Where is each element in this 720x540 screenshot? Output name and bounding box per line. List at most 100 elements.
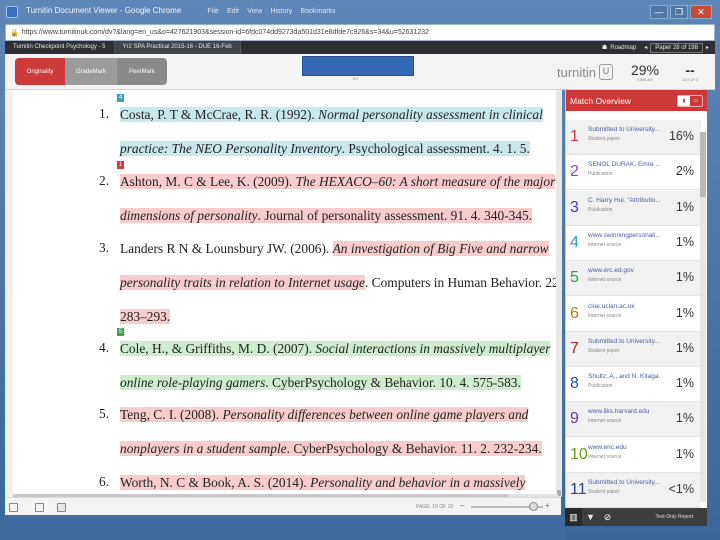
peermark-label: PeerMark <box>128 68 155 75</box>
match-number: 2 <box>570 163 579 181</box>
match-percent: 1% <box>675 305 694 320</box>
reference-text: online role-playing gamers <box>120 375 266 390</box>
page-indicator: PAGE: 10 OF 10 <box>416 504 454 510</box>
match-number: 10 <box>570 445 588 463</box>
match-marker[interactable]: 4 <box>117 94 124 102</box>
originality-mode-button[interactable]: Originality <box>15 58 65 85</box>
info-icon[interactable] <box>9 503 18 512</box>
match-marker[interactable]: 1 <box>117 161 124 169</box>
view-toggle[interactable]: ▮ ▭ <box>677 94 703 107</box>
match-marker[interactable]: 5 <box>117 328 124 336</box>
grademark-label: GradeMark <box>75 68 106 75</box>
match-number: 8 <box>570 375 579 393</box>
match-source[interactable]: www.eric.edu <box>588 444 668 451</box>
filter-icon[interactable]: ▼ <box>582 508 599 526</box>
reference-text: 283–293. <box>120 309 171 324</box>
chrome-icon <box>6 6 18 18</box>
paper-selector[interactable]: Paper 28 of 198 <box>650 42 703 53</box>
similarity-label: SIMILAR <box>637 78 653 82</box>
minimize-button[interactable]: — <box>650 5 668 19</box>
prev-paper-icon[interactable]: ◂ <box>644 44 647 51</box>
print-icon[interactable] <box>57 503 66 512</box>
match-item[interactable]: 5 www.erc.ed.gov Internet source 1% <box>566 261 701 297</box>
match-item[interactable]: 1 Submitted to University... Student paper… <box>566 120 701 155</box>
match-item[interactable]: 10 www.eric.edu Internet source 1% <box>566 438 701 473</box>
menu-file[interactable]: File <box>207 8 218 15</box>
reference-text: Landers R N & Lounsbury JW. (2006). <box>120 241 333 256</box>
match-percent: 1% <box>675 340 694 355</box>
menu-view[interactable]: View <box>247 8 262 15</box>
tab-assignment[interactable]: Yr2 SPA Practical 2015-16 - DUE 16-Feb <box>114 41 241 54</box>
match-item[interactable]: 7 Submitted to University... Student paper… <box>566 331 701 367</box>
reference-line: online role-playing gamers. CyberPsychol… <box>118 374 523 392</box>
match-source-type: Publication <box>588 171 613 178</box>
reference-text: Normal personality assessment in clinica… <box>318 107 543 122</box>
tab-class[interactable]: Turnitin Checkpoint Psychology - 5 <box>5 41 115 54</box>
match-source[interactable]: Shultz, A., and N. Kitaga. <box>588 373 668 380</box>
bars-icon[interactable]: ▥ <box>565 508 582 526</box>
match-item[interactable]: 8 Shultz, A., and N. Kitaga. Publication 1% <box>566 367 701 403</box>
detail-view-icon[interactable]: ▭ <box>690 96 702 106</box>
reference-number: 4. <box>99 340 110 355</box>
mode-switcher: Originality GradeMark PeerMark <box>15 58 167 85</box>
reference-line: nonplayers in a student sample. CyberPsy… <box>118 440 544 458</box>
match-source[interactable]: www.liks.harvard.edu <box>588 408 668 415</box>
menu-history[interactable]: History <box>271 8 293 15</box>
reference-line: Cole, H., & Griffiths, M. D. (2007). Soc… <box>118 340 552 358</box>
match-number: 5 <box>570 269 579 287</box>
list-view-icon[interactable]: ▮ <box>678 95 690 106</box>
match-number: 11 <box>570 481 587 498</box>
reference-line: Costa, P. T & McCrae, R. R. (1992). Norm… <box>118 106 545 124</box>
panel-scrollbar[interactable] <box>700 132 706 502</box>
match-source[interactable]: www.erc.ed.gov <box>588 267 668 274</box>
text-only-report-link[interactable]: Text-Only Report <box>655 514 693 520</box>
match-source-type: Student paper <box>588 347 620 354</box>
match-item[interactable]: 2 SENOL DURAK, Emre ... Publication 2% <box>566 155 701 191</box>
grade-value: -- <box>685 62 695 78</box>
next-paper-icon[interactable]: ▸ <box>706 44 709 51</box>
turnitin-mark-icon: U <box>599 64 614 80</box>
reference-text: An investigation of Big Five and narrow <box>332 241 549 256</box>
roadmap-button[interactable]: ☗ Roadmap <box>602 44 636 52</box>
exclude-icon[interactable]: ⊘ <box>599 508 616 526</box>
address-bar[interactable]: 🔒 https://www.turnitinuk.com/dv?&lang=en_… <box>5 24 715 41</box>
reference-text: . Journal of personality assessment. 91.… <box>257 208 533 223</box>
match-source[interactable]: cloe.uclan.ac.uk <box>588 303 668 310</box>
reference-number: 1. <box>99 106 110 121</box>
match-percent: 2% <box>675 164 694 179</box>
grademark-mode-button[interactable]: GradeMark <box>65 58 117 85</box>
zoom-slider[interactable] <box>471 502 543 511</box>
peermark-mode-button[interactable]: PeerMark <box>117 58 167 85</box>
match-source[interactable]: C. Harry Hui. "Attributio... <box>588 197 668 204</box>
menu-edit[interactable]: Edit <box>227 8 239 15</box>
match-item[interactable]: 9 www.liks.harvard.edu Internet source 1% <box>566 402 701 438</box>
match-source[interactable]: Submitted to University... <box>588 479 668 486</box>
page-view-icon[interactable] <box>35 503 44 512</box>
match-source[interactable]: www.swinningpersonali... <box>588 232 668 239</box>
lock-icon: 🔒 <box>10 29 19 37</box>
match-item[interactable]: 11 Submitted to University... Student pape… <box>566 473 701 508</box>
match-item[interactable]: 4 www.swinningpersonali... Internet source… <box>566 226 701 261</box>
match-source[interactable]: Submitted to University... <box>588 338 668 345</box>
zoom-out-icon[interactable]: – <box>460 501 464 510</box>
zoom-in-icon[interactable]: + <box>545 501 550 510</box>
panel-scroll-thumb[interactable] <box>700 132 706 197</box>
left-gutter <box>5 90 13 497</box>
zoom-slider-knob[interactable] <box>529 502 538 511</box>
document-scrollbar[interactable] <box>556 90 562 497</box>
match-source[interactable]: SENOL DURAK, Emre ... <box>588 161 668 168</box>
match-item[interactable]: 3 C. Harry Hui. "Attributio... Publication… <box>566 190 701 226</box>
maximize-button[interactable]: ❐ <box>670 5 688 19</box>
reference-line: Teng, C. I. (2008). Personality differen… <box>118 406 530 424</box>
match-source-type: Publication <box>588 206 613 213</box>
reference-number: 6. <box>99 474 110 489</box>
match-source[interactable]: Submitted to University... <box>588 126 668 133</box>
close-button[interactable]: ✕ <box>690 5 712 19</box>
match-percent: 1% <box>675 376 694 391</box>
redacted-title-box <box>302 56 414 76</box>
match-item[interactable]: 6 cloe.uclan.ac.uk Internet source 1% <box>566 297 701 332</box>
reference-line: Worth, N. C & Book, A. S. (2014). Person… <box>118 474 527 492</box>
document-page[interactable]: 1. 4 Costa, P. T & McCrae, R. R. (1992). N… <box>13 90 558 497</box>
similarity-score[interactable]: 29% SIMILAR <box>625 62 665 82</box>
menu-bookmarks[interactable]: Bookmarks <box>301 8 336 15</box>
